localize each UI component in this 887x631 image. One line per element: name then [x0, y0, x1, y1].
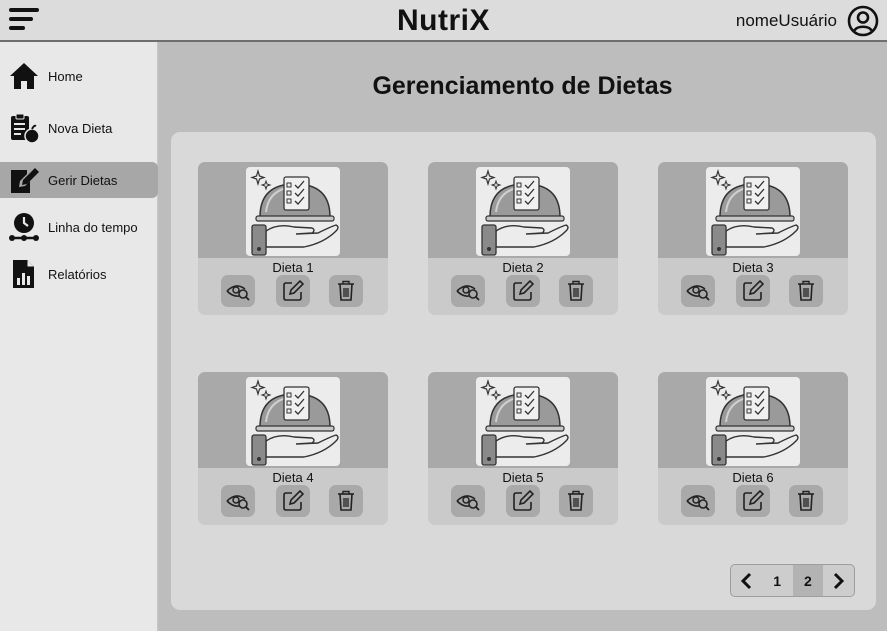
delete-diet-button[interactable]: [559, 485, 593, 517]
sidebar-item-label: Gerir Dietas: [48, 172, 118, 188]
edit-icon: [513, 490, 534, 511]
sidebar-item-gerir-dietas[interactable]: Gerir Dietas: [0, 162, 158, 198]
delete-diet-button[interactable]: [559, 275, 593, 307]
user-circle-icon: [847, 5, 879, 37]
pagination-prev-button[interactable]: [731, 565, 762, 596]
view-diet-button[interactable]: [221, 275, 255, 307]
diet-image: [706, 377, 800, 466]
edit-diet-button[interactable]: [276, 485, 310, 517]
view-icon: [456, 495, 480, 511]
sidebar-item-label: Nova Dieta: [48, 120, 113, 136]
trash-icon: [568, 280, 584, 301]
serving-cloche-checklist-icon: [250, 168, 339, 256]
delete-diet-button[interactable]: [789, 275, 823, 307]
sidebar: Home Nova Dieta Gerir Dietas Linha do te…: [0, 42, 158, 631]
diet-card: Dieta 4: [198, 372, 388, 525]
diet-image: [476, 167, 570, 256]
sidebar-item-home[interactable]: Home: [0, 58, 158, 94]
view-icon: [226, 285, 250, 301]
chevron-right-icon: [833, 572, 844, 589]
edit-document-icon: [11, 168, 39, 193]
serving-cloche-checklist-icon: [480, 378, 569, 466]
sidebar-item-label: Linha do tempo: [48, 219, 138, 235]
delete-diet-button[interactable]: [329, 485, 363, 517]
trash-icon: [568, 490, 584, 511]
delete-diet-button[interactable]: [789, 485, 823, 517]
edit-diet-button[interactable]: [506, 275, 540, 307]
diet-card-name: Dieta 5: [502, 470, 544, 485]
diets-panel: Dieta 1 Dieta 2 Dieta 3 Dieta 4 Dieta 5 …: [171, 132, 876, 610]
view-icon: [456, 285, 480, 301]
sidebar-item-relatorios[interactable]: Relatórios: [0, 256, 158, 292]
edit-icon: [743, 280, 764, 301]
serving-cloche-checklist-icon: [710, 168, 799, 256]
diet-image: [476, 377, 570, 466]
sidebar-item-nova-dieta[interactable]: Nova Dieta: [0, 110, 158, 146]
report-chart-icon: [13, 260, 34, 288]
serving-cloche-checklist-icon: [250, 378, 339, 466]
serving-cloche-checklist-icon: [480, 168, 569, 256]
view-icon: [226, 495, 250, 511]
edit-diet-button[interactable]: [736, 275, 770, 307]
trash-icon: [798, 490, 814, 511]
diet-image: [246, 167, 340, 256]
view-diet-button[interactable]: [681, 275, 715, 307]
delete-diet-button[interactable]: [329, 275, 363, 307]
view-diet-button[interactable]: [221, 485, 255, 517]
diet-card: Dieta 5: [428, 372, 618, 525]
diet-card-name: Dieta 1: [272, 260, 314, 275]
user-menu[interactable]: nomeUsuário: [736, 4, 879, 38]
chevron-left-icon: [741, 572, 752, 589]
pagination-next-button[interactable]: [823, 565, 854, 596]
pagination: 1 2: [730, 564, 855, 597]
view-diet-button[interactable]: [681, 485, 715, 517]
username-label: nomeUsuário: [735, 11, 837, 30]
view-diet-button[interactable]: [451, 275, 485, 307]
sidebar-item-linha-do-tempo[interactable]: Linha do tempo: [0, 209, 158, 245]
diet-card: Dieta 3: [658, 162, 848, 315]
pagination-page-2[interactable]: 2: [792, 565, 824, 596]
trash-icon: [338, 280, 354, 301]
view-icon: [686, 495, 710, 511]
edit-icon: [743, 490, 764, 511]
diet-card: Dieta 2: [428, 162, 618, 315]
diet-card: Dieta 6: [658, 372, 848, 525]
sidebar-item-label: Relatórios: [48, 266, 107, 282]
edit-diet-button[interactable]: [506, 485, 540, 517]
top-header: NutriX nomeUsuário: [0, 0, 887, 42]
clipboard-apple-icon: [11, 113, 40, 144]
diet-card-name: Dieta 4: [272, 470, 314, 485]
trash-icon: [798, 280, 814, 301]
view-icon: [686, 285, 710, 301]
serving-cloche-checklist-icon: [710, 378, 799, 466]
diet-card-name: Dieta 3: [732, 260, 774, 275]
sidebar-item-label: Home: [48, 68, 83, 84]
diet-image: [246, 377, 340, 466]
view-diet-button[interactable]: [451, 485, 485, 517]
diet-image: [706, 167, 800, 256]
edit-diet-button[interactable]: [736, 485, 770, 517]
trash-icon: [338, 490, 354, 511]
pagination-page-1[interactable]: 1: [762, 565, 793, 596]
diet-card-name: Dieta 2: [502, 260, 544, 275]
page-title: Gerenciamento de Dietas: [372, 72, 673, 100]
home-icon: [10, 63, 38, 89]
edit-icon: [283, 490, 304, 511]
diet-card-name: Dieta 6: [732, 470, 774, 485]
edit-icon: [283, 280, 304, 301]
diet-card: Dieta 1: [198, 162, 388, 315]
edit-diet-button[interactable]: [276, 275, 310, 307]
edit-icon: [513, 280, 534, 301]
clock-timeline-icon: [9, 213, 39, 241]
